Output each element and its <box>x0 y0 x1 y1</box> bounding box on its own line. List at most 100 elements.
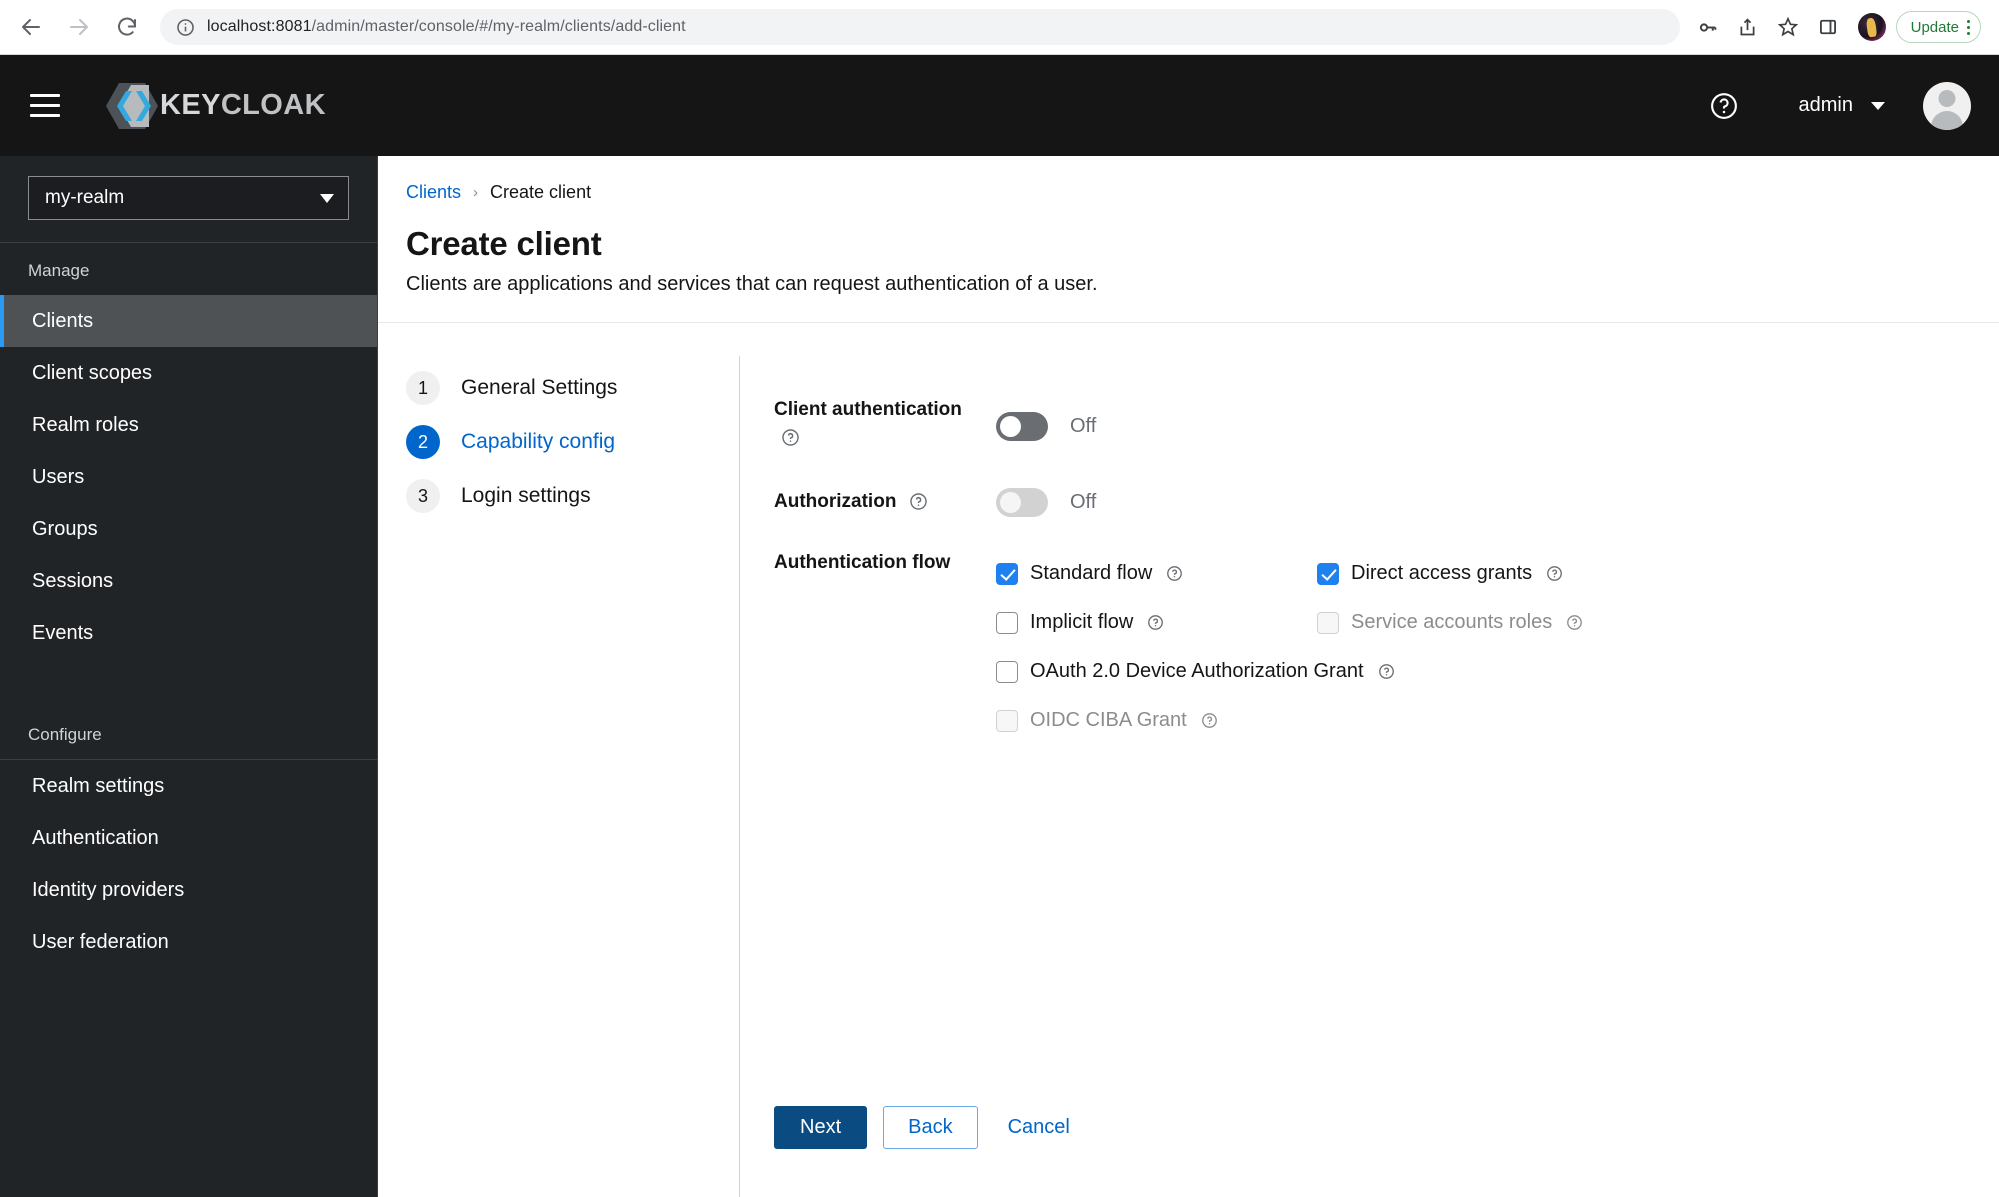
help-question-icon[interactable] <box>909 492 928 511</box>
field-authorization: Authorization Off <box>774 488 1999 517</box>
nav-section-title-configure: Configure <box>28 725 102 744</box>
reload-icon[interactable] <box>114 14 140 40</box>
help-question-icon[interactable] <box>1147 614 1164 631</box>
checkbox-label: Implicit flow <box>1030 611 1134 633</box>
bookmark-star-icon[interactable] <box>1768 9 1808 45</box>
checkbox-direct-access-grants[interactable]: Direct access grants <box>1317 549 1563 598</box>
create-client-wizard: 1 General Settings 2 Capability config 3… <box>378 323 1999 1197</box>
help-question-icon[interactable] <box>1701 83 1747 129</box>
wizard-step-login-settings[interactable]: 3 Login settings <box>406 479 739 513</box>
step-label: General Settings <box>461 376 618 399</box>
step-number: 1 <box>406 371 440 405</box>
checkbox-column-right: Direct access grants <box>1317 549 1563 598</box>
sidebar-item-label: Groups <box>32 518 98 540</box>
chrome-update-button[interactable]: Update <box>1895 11 1981 43</box>
kebab-menu-icon[interactable] <box>1967 19 1970 35</box>
sidebar-item-events[interactable]: Events <box>0 607 377 659</box>
realm-selector[interactable]: my-realm <box>28 176 349 220</box>
checkbox-box[interactable] <box>996 611 1018 634</box>
checkbox-oauth-device-authorization-grant[interactable]: OAuth 2.0 Device Authorization Grant <box>996 647 1395 696</box>
sidebar-item-label: Events <box>32 622 94 644</box>
label-text: Authorization <box>774 491 897 512</box>
help-question-icon[interactable] <box>1201 712 1218 729</box>
sidebar-item-identity-providers[interactable]: Identity providers <box>0 864 377 916</box>
sidebar-item-label: Realm settings <box>32 775 165 797</box>
checkbox-column-left: OIDC CIBA Grant <box>996 696 1218 745</box>
control-authorization: Off <box>996 488 1096 517</box>
nav-group-configure: Realm settings Authentication Identity p… <box>0 760 377 968</box>
help-question-icon[interactable] <box>1546 565 1563 582</box>
label-text: Authentication flow <box>774 552 951 573</box>
sidebar-item-realm-roles[interactable]: Realm roles <box>0 399 377 451</box>
sidebar-item-sessions[interactable]: Sessions <box>0 555 377 607</box>
breadcrumb-link-clients[interactable]: Clients <box>406 182 461 203</box>
chevron-down-icon <box>320 193 334 203</box>
client-authentication-toggle[interactable] <box>996 411 1048 441</box>
help-question-icon[interactable] <box>781 428 996 456</box>
help-question-icon[interactable] <box>1566 614 1583 631</box>
sidebar-item-groups[interactable]: Groups <box>0 503 377 555</box>
checkbox-row: Implicit flow Service accounts roles <box>996 598 1583 647</box>
user-avatar-icon[interactable] <box>1923 81 1971 130</box>
site-info-icon[interactable] <box>176 18 195 37</box>
help-question-icon[interactable] <box>1378 663 1395 680</box>
sidebar-item-realm-settings[interactable]: Realm settings <box>0 760 377 812</box>
step-number: 2 <box>406 425 440 459</box>
realm-selector-container: my-realm <box>0 156 377 243</box>
sidebar: my-realm Manage Clients Client scopes Re… <box>0 156 378 1197</box>
back-arrow-icon[interactable] <box>18 14 44 40</box>
keycloak-logo-icon <box>106 81 158 131</box>
user-menu[interactable]: admin <box>1799 94 1885 117</box>
checkbox-row: OIDC CIBA Grant <box>996 696 1583 745</box>
sidebar-item-label: Identity providers <box>32 879 185 901</box>
checkbox-row: OAuth 2.0 Device Authorization Grant <box>996 647 1583 696</box>
sidebar-item-clients[interactable]: Clients <box>0 295 377 347</box>
checkbox-label: Service accounts roles <box>1351 611 1553 633</box>
checkbox-box[interactable] <box>996 660 1018 683</box>
breadcrumb-separator-icon: › <box>473 184 479 201</box>
forward-arrow-icon[interactable] <box>66 14 92 40</box>
next-button[interactable]: Next <box>774 1106 868 1149</box>
label-text: Client authentication <box>774 399 962 420</box>
back-button[interactable]: Back <box>883 1106 978 1149</box>
checkbox-standard-flow[interactable]: Standard flow <box>996 549 1317 598</box>
page-title: Create client <box>406 225 602 262</box>
chrome-profile-avatar[interactable] <box>1857 13 1886 41</box>
share-icon[interactable] <box>1728 9 1768 45</box>
password-key-icon[interactable] <box>1688 9 1728 45</box>
checkbox-column-left: Implicit flow <box>996 598 1317 647</box>
authorization-toggle <box>996 488 1048 517</box>
nav-group-manage: Manage Clients Client scopes Realm roles… <box>0 243 377 760</box>
authentication-flow-checkboxes: Standard flow Direct access grants Impli… <box>996 549 1583 745</box>
checkbox-box[interactable] <box>1317 562 1339 585</box>
authorization-state: Off <box>1070 491 1097 513</box>
wizard-step-general-settings[interactable]: 1 General Settings <box>406 371 739 405</box>
checkbox-box[interactable] <box>996 562 1018 585</box>
page-description: Clients are applications and services th… <box>406 273 1098 295</box>
sidebar-item-users[interactable]: Users <box>0 451 377 503</box>
side-panel-icon[interactable] <box>1808 9 1848 45</box>
checkbox-column-left: Standard flow <box>996 549 1317 598</box>
brand-suffix: CLOAK <box>220 89 326 121</box>
checkbox-implicit-flow[interactable]: Implicit flow <box>996 598 1317 647</box>
wizard-actions: Next Back Cancel <box>774 1106 1999 1197</box>
cancel-button[interactable]: Cancel <box>994 1106 1084 1149</box>
checkbox-label: Direct access grants <box>1351 562 1533 584</box>
address-bar-text: localhost:8081/admin/master/console/#/my… <box>207 18 686 35</box>
sidebar-item-label: User federation <box>32 931 169 953</box>
keycloak-brand-text: KEYCLOAK <box>160 89 326 122</box>
checkbox-label: OIDC CIBA Grant <box>1030 709 1187 731</box>
field-label-client-authentication: Client authentication <box>774 396 996 456</box>
control-client-authentication: Off <box>996 396 1096 456</box>
address-bar[interactable]: localhost:8081/admin/master/console/#/my… <box>160 9 1680 45</box>
step-number: 3 <box>406 479 440 513</box>
sidebar-item-user-federation[interactable]: User federation <box>0 916 377 968</box>
client-authentication-state: Off <box>1070 414 1097 437</box>
keycloak-brand[interactable]: KEYCLOAK <box>106 81 326 131</box>
nav-section-title-manage: Manage <box>28 261 90 280</box>
sidebar-item-authentication[interactable]: Authentication <box>0 812 377 864</box>
help-question-icon[interactable] <box>1166 565 1183 582</box>
hamburger-menu-icon[interactable] <box>22 83 68 129</box>
sidebar-item-client-scopes[interactable]: Client scopes <box>0 347 377 399</box>
wizard-step-capability-config[interactable]: 2 Capability config <box>406 425 739 459</box>
